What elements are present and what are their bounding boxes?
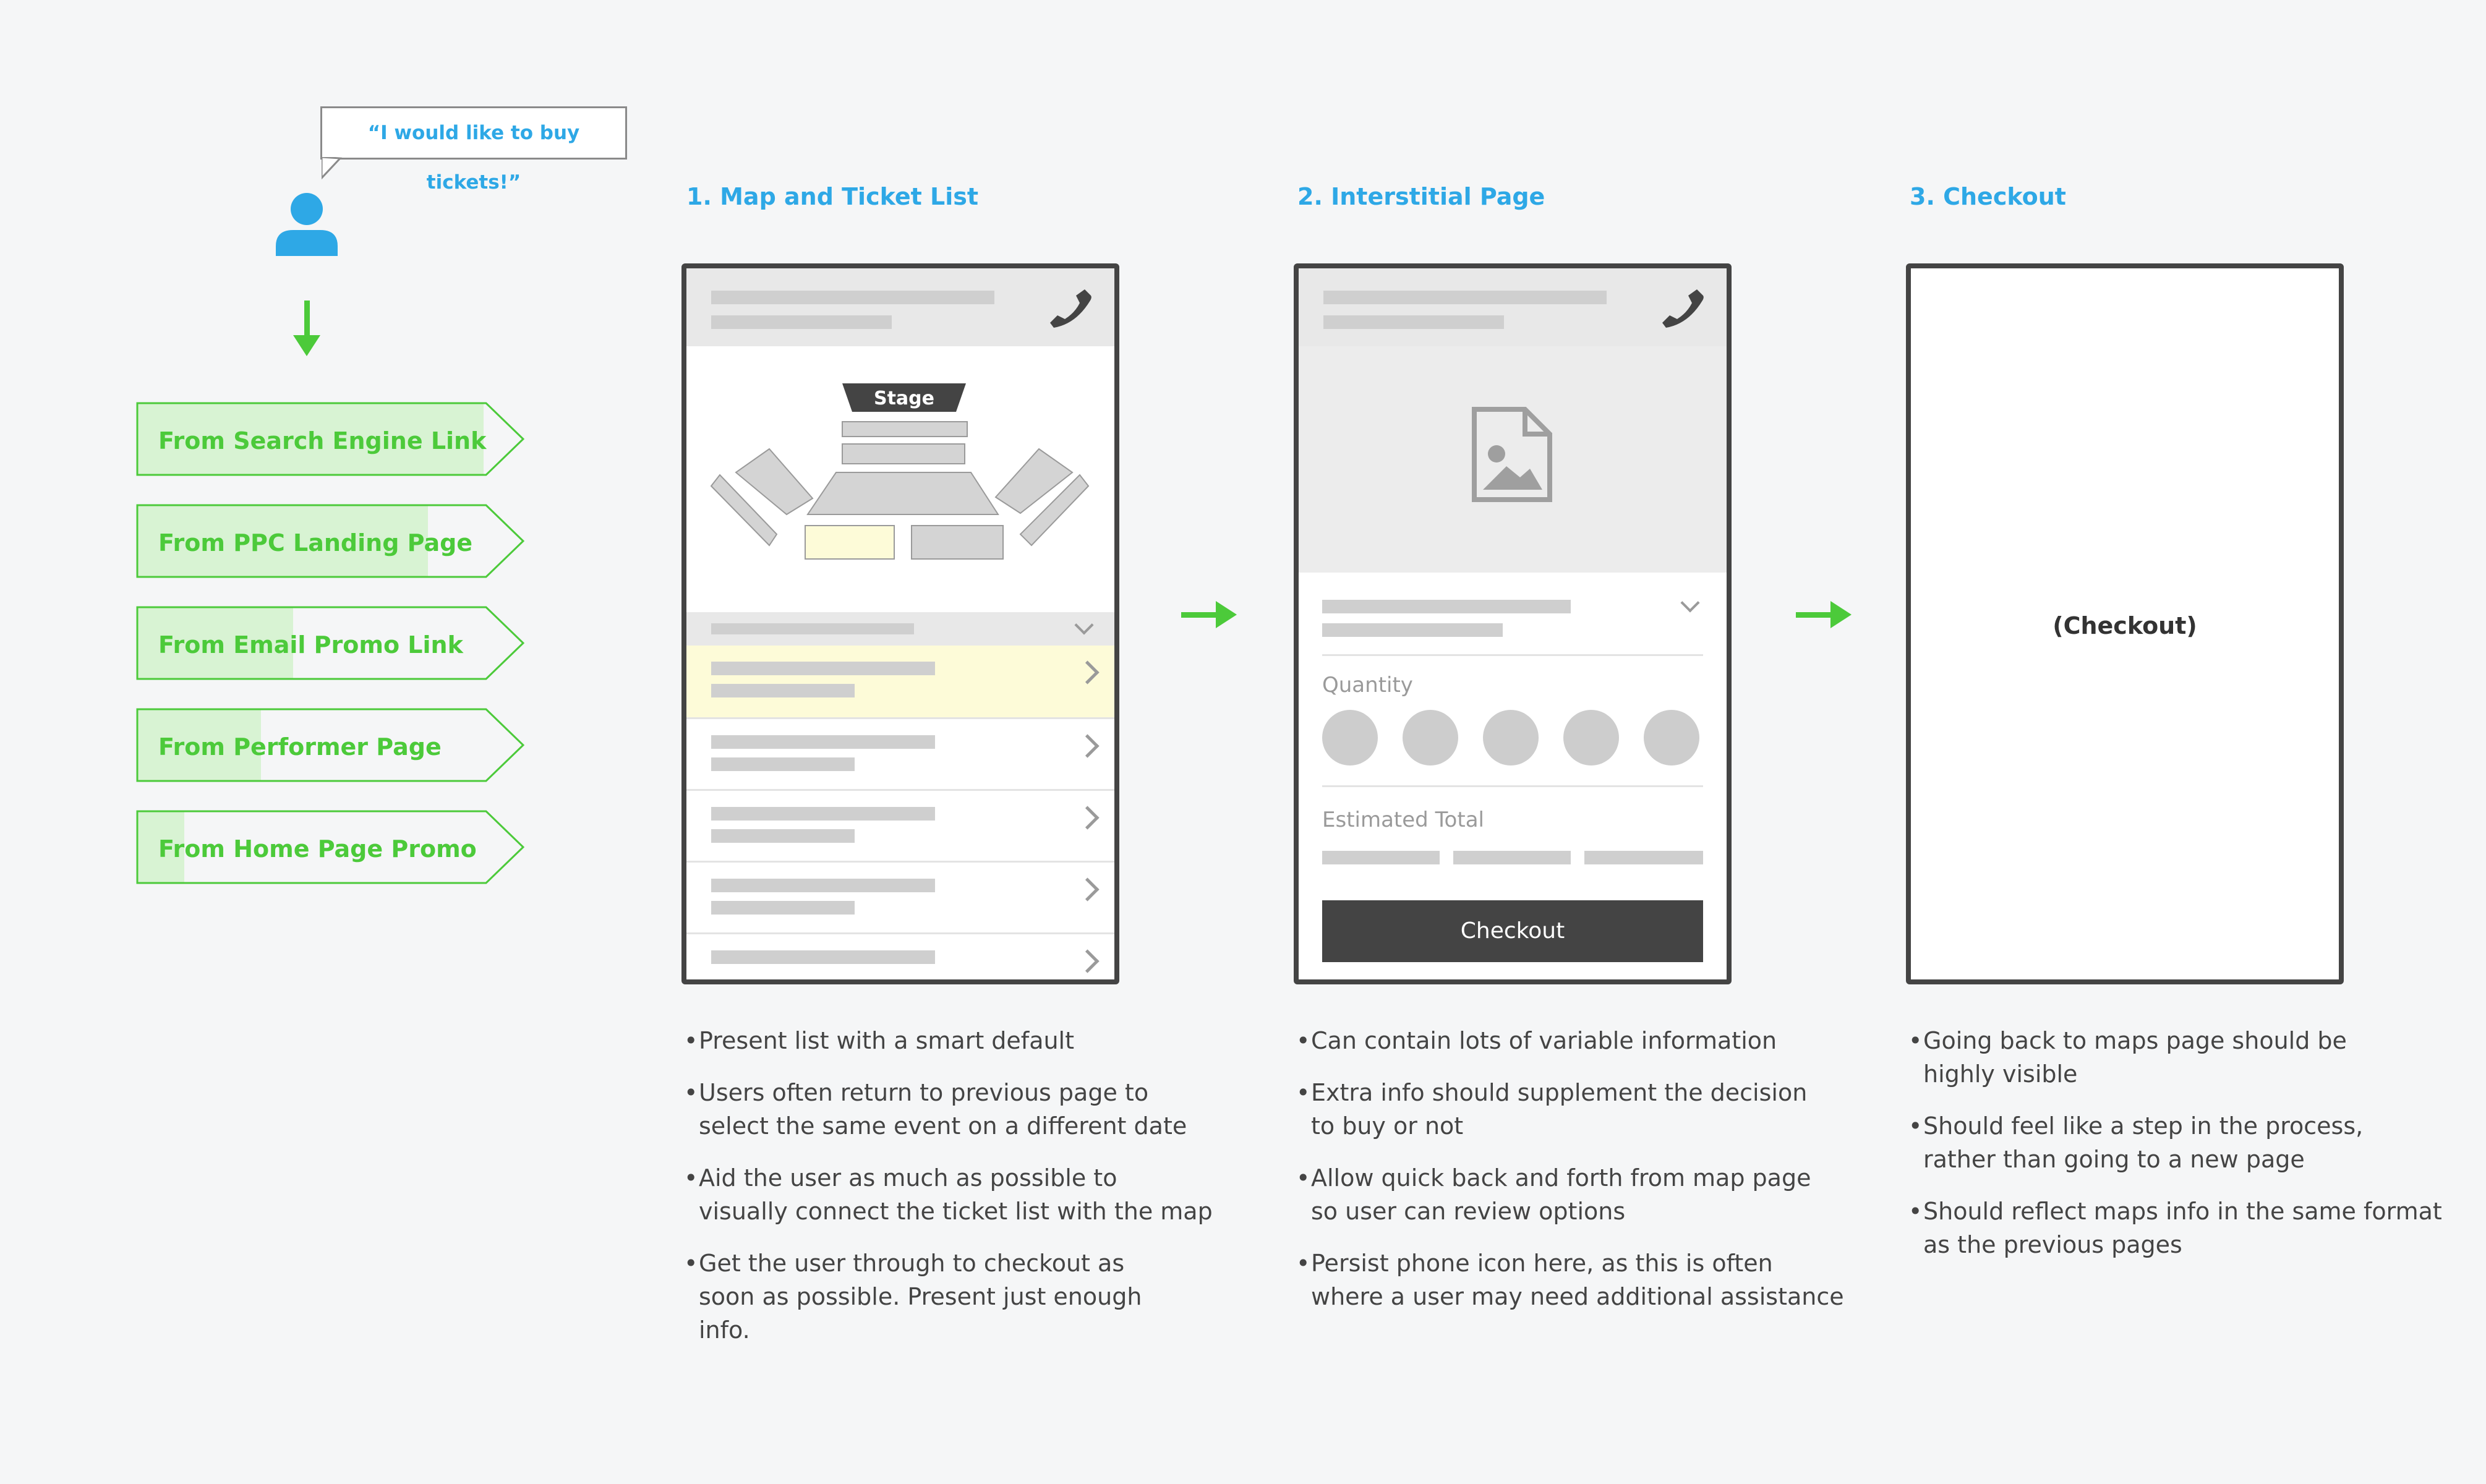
- seat-section[interactable]: [806, 472, 999, 515]
- source-label: From Email Promo Link: [158, 631, 463, 659]
- speech-bubble-tail: [322, 157, 343, 180]
- arrow-right-icon: [1796, 601, 1852, 628]
- chevron-right-icon: [1075, 949, 1100, 973]
- seat-map: Stage: [710, 383, 1090, 560]
- seat-section[interactable]: [911, 525, 1004, 560]
- phone-map-ticket-list: Stage: [681, 263, 1119, 984]
- note-item: Persist phone icon here, as this is ofte…: [1296, 1247, 1853, 1313]
- quantity-option[interactable]: [1483, 710, 1539, 765]
- step-1-title: 1. Map and Ticket List: [686, 183, 979, 210]
- note-item: Aid the user as much as possible to visu…: [684, 1161, 1216, 1228]
- step-3-notes: Going back to maps page should be highly…: [1908, 1024, 2465, 1280]
- quantity-label: Quantity: [1322, 673, 1413, 697]
- phone-checkout: (Checkout): [1906, 263, 2344, 984]
- chevron-right-icon: [1075, 734, 1100, 758]
- source-performer-page: From Performer Page: [136, 708, 526, 782]
- seat-section[interactable]: [842, 421, 968, 437]
- chevron-right-icon: [1075, 877, 1100, 902]
- source-label: From Search Engine Link: [158, 427, 487, 454]
- ticket-row[interactable]: [686, 932, 1114, 979]
- quantity-option[interactable]: [1403, 710, 1458, 765]
- speech-bubble: “I would like to buy tickets!”: [320, 106, 627, 194]
- seat-section-selected[interactable]: [805, 525, 895, 560]
- quantity-option[interactable]: [1563, 710, 1619, 765]
- note-item: Extra info should supplement the decisio…: [1296, 1076, 1853, 1143]
- note-item: Should reflect maps info in the same for…: [1908, 1195, 2465, 1261]
- chevron-down-icon[interactable]: [1680, 593, 1700, 613]
- divider: [1322, 785, 1703, 787]
- phone-icon[interactable]: [1661, 287, 1704, 330]
- source-label: From Performer Page: [158, 733, 442, 761]
- step-2-title: 2. Interstitial Page: [1297, 183, 1545, 210]
- ticket-row[interactable]: [686, 861, 1114, 932]
- quantity-option[interactable]: [1322, 710, 1378, 765]
- ticket-row[interactable]: [686, 717, 1114, 789]
- note-item: Allow quick back and forth from map page…: [1296, 1161, 1853, 1228]
- source-home-page-promo: From Home Page Promo: [136, 810, 526, 884]
- image-area: [1299, 346, 1727, 573]
- source-label: From PPC Landing Page: [158, 529, 473, 556]
- checkout-button[interactable]: Checkout: [1322, 900, 1703, 962]
- image-file-icon: [1472, 407, 1552, 502]
- source-ppc-landing: From PPC Landing Page: [136, 504, 526, 578]
- seat-section[interactable]: [842, 443, 965, 464]
- chevron-down-icon[interactable]: [1074, 615, 1094, 635]
- ticket-row[interactable]: [686, 789, 1114, 861]
- note-item: Get the user through to checkout as soon…: [684, 1247, 1216, 1347]
- estimated-total-label: Estimated Total: [1322, 808, 1484, 832]
- phone-icon[interactable]: [1049, 287, 1092, 330]
- event-info-row[interactable]: [1322, 573, 1703, 656]
- phone-interstitial: Quantity Estimated Total Checkout: [1294, 263, 1732, 984]
- note-item: Should feel like a step in the process, …: [1908, 1109, 2465, 1176]
- step-3-title: 3. Checkout: [1910, 183, 2066, 210]
- phone-header: [1299, 268, 1727, 346]
- checkout-placeholder: (Checkout): [2052, 612, 2197, 639]
- quantity-option[interactable]: [1644, 710, 1699, 765]
- source-search-engine: From Search Engine Link: [136, 402, 526, 476]
- note-item: Going back to maps page should be highly…: [1908, 1024, 2465, 1091]
- stage-label: Stage: [874, 388, 934, 409]
- note-item: Can contain lots of variable information: [1296, 1024, 1853, 1057]
- source-email-promo: From Email Promo Link: [136, 606, 526, 680]
- step-1-notes: Present list with a smart default Users …: [684, 1024, 1216, 1365]
- user-icon: [276, 193, 338, 256]
- phone-header: [686, 268, 1114, 346]
- ticket-row-selected[interactable]: [686, 646, 1114, 717]
- ticket-list-header[interactable]: [686, 612, 1114, 646]
- chevron-right-icon: [1075, 660, 1100, 684]
- note-item: Present list with a smart default: [684, 1024, 1216, 1057]
- source-label: From Home Page Promo: [158, 835, 477, 863]
- note-item: Users often return to previous page to s…: [684, 1076, 1216, 1143]
- arrow-down-icon: [293, 301, 320, 356]
- arrow-right-icon: [1181, 601, 1237, 628]
- chevron-right-icon: [1075, 806, 1100, 830]
- step-2-notes: Can contain lots of variable information…: [1296, 1024, 1853, 1332]
